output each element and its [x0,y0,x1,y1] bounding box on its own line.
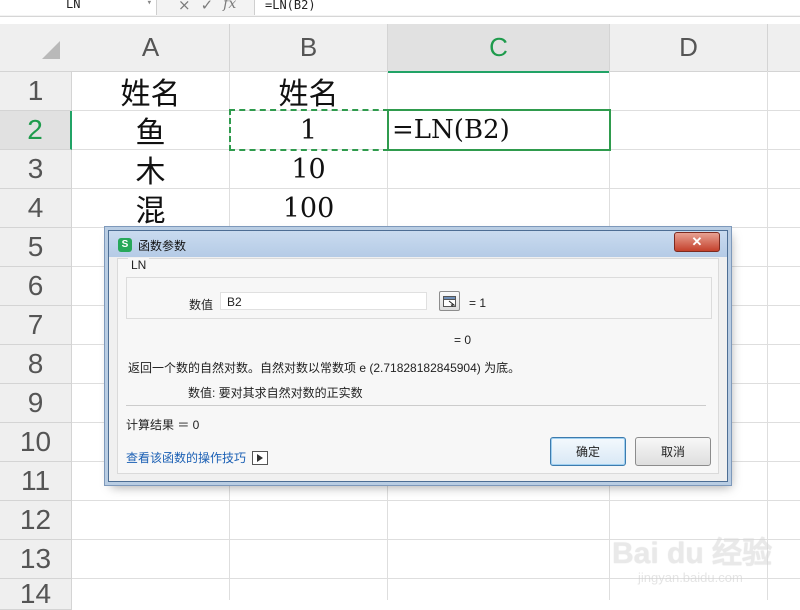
argument-value-preview: = 1 [469,296,487,310]
gridline [72,500,800,501]
column-header-a[interactable]: A [72,24,230,72]
cancel-button[interactable]: 取消 [635,437,711,466]
wps-spreadsheet-icon: S [118,238,132,252]
formula-result-preview: = 0 [454,333,472,347]
function-tips-link[interactable]: 查看该函数的操作技巧 [126,449,269,466]
argument-group: 数值 = 1 [126,277,712,319]
gridline [72,227,800,228]
row-header-4[interactable]: 4 [0,189,72,228]
close-button[interactable]: ✕ [674,232,720,252]
chevron-down-icon[interactable]: ▾ [147,0,152,9]
dialog-title: 函数参数 [138,239,187,253]
row-header-11[interactable]: 11 [0,462,72,501]
select-all-corner[interactable] [0,24,73,72]
column-header-d[interactable]: D [610,24,768,72]
range-picker-button[interactable] [439,291,460,311]
reference-marquee [229,109,389,151]
formula-bar-icons: × ✓ fx [178,0,236,14]
dialog-body: 数值 = 1 LN = 0 返回一个数的自然对数。自然对数以常数项 e (2.7… [117,258,719,474]
row-header-13[interactable]: 13 [0,540,72,579]
row-header-3[interactable]: 3 [0,150,72,189]
row-header-6[interactable]: 6 [0,267,72,306]
select-all-icon [42,41,60,59]
dialog-title-bar[interactable]: S 函数参数 ✕ [109,231,727,257]
row-header-5[interactable]: 5 [0,228,72,267]
range-picker-icon [443,295,456,307]
row-header-12[interactable]: 12 [0,501,72,540]
row-header-2[interactable]: 2 [0,111,72,150]
ok-button[interactable]: 确定 [550,437,626,466]
cell-a2[interactable]: 鱼 [72,111,229,151]
video-play-icon[interactable] [252,450,269,465]
cancel-icon[interactable]: × [178,0,191,14]
active-cell-border [387,109,611,151]
fx-icon[interactable]: fx [223,0,236,14]
cell-b3[interactable]: 10 [230,150,387,188]
cell-a1[interactable]: 姓名 [72,72,229,112]
cell-a4[interactable]: 混 [72,189,229,229]
formula-input[interactable]: =LN(B2) [254,0,800,15]
column-header-b[interactable]: B [230,24,388,72]
cell-b1[interactable]: 姓名 [230,72,387,112]
name-box[interactable]: LN ▾ [0,0,157,15]
row-header-7[interactable]: 7 [0,306,72,345]
row-header-8[interactable]: 8 [0,345,72,384]
argument-label: 数值 [189,298,214,312]
row-header-14[interactable]: 14 [0,578,72,610]
calculation-result: 计算结果 ＝ 0 [126,418,200,432]
watermark-text: Bai du 经验 [612,537,773,570]
row-header-10[interactable]: 10 [0,423,72,462]
column-header-e[interactable] [768,24,800,72]
function-arguments-dialog: S 函数参数 ✕ 数值 = 1 LN = 0 返回一个数的自然对数。自然对数以常… [108,230,728,482]
function-description: 返回一个数的自然对数。自然对数以常数项 e (2.71828182845904)… [128,361,521,375]
row-header-1[interactable]: 1 [0,72,72,111]
parameter-description: 数值: 要对其求自然对数的正实数 [188,386,363,400]
column-header-c[interactable]: C [388,24,610,73]
cell-a3[interactable]: 木 [72,150,229,190]
watermark-url: jingyan.baidu.com [638,570,743,585]
argument-input[interactable] [220,292,427,310]
close-icon: ✕ [691,234,703,249]
function-tips-label: 查看该函数的操作技巧 [126,451,247,465]
row-header-9[interactable]: 9 [0,384,72,423]
formula-bar: LN ▾ × ✓ fx =LN(B2) [0,0,800,17]
checkmark-icon[interactable]: ✓ [201,0,214,14]
cell-b4[interactable]: 100 [230,189,387,227]
divider [126,405,706,406]
function-name: LN [128,258,150,272]
name-box-value: LN [66,0,81,11]
baidu-watermark: Bai du 经验 jingyan.baidu.com [612,518,792,598]
